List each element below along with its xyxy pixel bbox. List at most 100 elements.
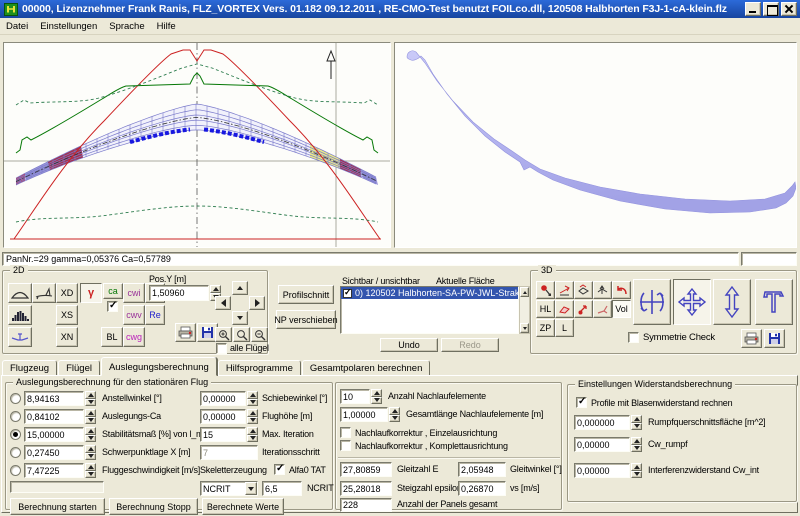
radio-schwerpunktlage[interactable] <box>10 447 21 458</box>
menu-hilfe[interactable]: Hilfe <box>151 19 182 34</box>
ncrit-value-input[interactable]: 6,5 <box>262 481 302 496</box>
gesamtlaenge-spinner[interactable] <box>389 407 400 422</box>
radio-auslegungs-ca[interactable] <box>10 411 21 422</box>
menu-sprache[interactable]: Sprache <box>103 19 150 34</box>
auslegungs-ca-input[interactable]: 0,84102 <box>24 409 84 424</box>
view-3d-panel[interactable] <box>394 42 797 248</box>
anzahl-nachlauf-input[interactable]: 10 <box>340 389 370 404</box>
ncrit-select-arrow[interactable] <box>245 482 257 495</box>
flughoehe-spinner[interactable] <box>247 409 258 424</box>
pan-right-button[interactable] <box>249 296 265 310</box>
planform-view-button[interactable] <box>8 283 32 303</box>
gamma-button[interactable]: γ <box>80 283 102 303</box>
tab-hilfsprogramme[interactable]: Hilfsprogramme <box>218 360 301 376</box>
hl-button[interactable]: HL <box>536 300 555 318</box>
cw-int-input[interactable]: 0,00000 <box>574 463 630 478</box>
cwi-button[interactable]: cwi <box>123 283 145 303</box>
alfa0-tat-checkbox[interactable] <box>274 464 285 475</box>
minimize-button[interactable] <box>745 2 761 16</box>
print-3d-button[interactable] <box>741 329 762 348</box>
symmetrie-check-checkbox[interactable] <box>628 332 639 343</box>
re-button[interactable]: Re <box>145 305 165 325</box>
panel-edges-button[interactable] <box>555 300 574 318</box>
alle-fluegel-checkbox[interactable] <box>216 343 227 354</box>
print-2d-button[interactable] <box>175 323 196 342</box>
cwg-button[interactable]: cwg <box>123 327 145 347</box>
close-button[interactable] <box>781 2 797 16</box>
surface-visible-checkbox[interactable] <box>343 289 352 298</box>
pan-down-button[interactable] <box>232 311 248 325</box>
side-view-button[interactable] <box>32 283 56 303</box>
rumpfquerschnitt-input[interactable]: 0,000000 <box>574 415 630 430</box>
menu-datei[interactable]: Datei <box>0 19 34 34</box>
pan-left-button[interactable] <box>215 296 231 310</box>
pan-up-button[interactable] <box>232 281 248 295</box>
np-verschieben-button[interactable]: NP verschieben <box>276 310 336 329</box>
surface-listbox[interactable]: 0) 120502 Halbhorten-SA-PW-JWL-Strak-W <box>340 286 519 334</box>
anstellwinkel-input[interactable]: 8,94163 <box>24 391 84 406</box>
zoom-reset-button[interactable] <box>233 327 250 342</box>
vol-button[interactable]: Vol <box>612 300 631 318</box>
blasenwiderstand-checkbox[interactable] <box>576 397 587 408</box>
max-iteration-spinner[interactable] <box>247 427 258 442</box>
rebuild-button[interactable] <box>755 279 793 325</box>
zoom-out-button[interactable] <box>251 327 268 342</box>
surface-list-scrollbar[interactable] <box>519 286 530 334</box>
lift-distribution-button[interactable] <box>8 305 32 325</box>
cw-int-spinner[interactable] <box>631 463 642 478</box>
berechnete-werte-button[interactable]: Berechnete Werte <box>202 498 284 515</box>
radio-stabilitaetsmass[interactable] <box>10 429 21 440</box>
anstellwinkel-spinner[interactable] <box>85 391 96 406</box>
radio-fluggeschwindigkeit[interactable] <box>10 465 21 476</box>
cwv-button[interactable]: cwv <box>123 305 145 325</box>
normals-button[interactable] <box>593 300 612 318</box>
bl-button[interactable]: BL <box>101 327 123 347</box>
flughoehe-input[interactable]: 0,00000 <box>200 409 246 424</box>
menu-einstellungen[interactable]: Einstellungen <box>34 19 103 34</box>
ca-checkbox[interactable] <box>107 301 118 312</box>
schiebewinkel-input[interactable]: 0,00000 <box>200 391 246 406</box>
maximize-button[interactable] <box>763 2 779 16</box>
tab-auslegungsberechnung[interactable]: Auslegungsberechnung <box>101 357 217 376</box>
fluggeschwindigkeit-input[interactable]: 7,47225 <box>24 463 84 478</box>
xn-button[interactable]: XN <box>56 327 78 347</box>
tab-gesamtpolaren[interactable]: Gesamtpolaren berechnen <box>302 360 431 376</box>
tab-flugzeug[interactable]: Flugzeug <box>2 360 57 376</box>
l-button[interactable]: L <box>555 319 574 337</box>
fluggeschwindigkeit-spinner[interactable] <box>85 463 96 478</box>
pos-y-input[interactable]: 1,50960 <box>149 285 209 301</box>
auslegungs-ca-spinner[interactable] <box>85 409 96 424</box>
radio-anstellwinkel[interactable] <box>10 393 21 404</box>
cw-rumpf-spinner[interactable] <box>631 437 642 452</box>
profilschnitt-button[interactable]: Profilschnitt <box>278 285 334 304</box>
xs-button[interactable]: XS <box>56 305 78 325</box>
berechnung-starten-button[interactable]: Berechnung starten <box>10 498 105 515</box>
rumpfquerschnitt-spinner[interactable] <box>631 415 642 430</box>
cw-rumpf-input[interactable]: 0,00000 <box>574 437 630 452</box>
redo-button[interactable]: Redo <box>441 338 499 352</box>
rotate-y-button[interactable] <box>574 281 593 299</box>
undo-button[interactable]: Undo <box>380 338 438 352</box>
schwerpunktlage-input[interactable]: 0,27450 <box>24 445 84 460</box>
zoom-3d-mode-button[interactable] <box>713 279 751 325</box>
stabilitaetsmass-spinner[interactable] <box>85 427 96 442</box>
zoom-in-button[interactable] <box>215 327 232 342</box>
pressure-vectors-button[interactable] <box>574 300 593 318</box>
anzahl-nachlauf-spinner[interactable] <box>371 389 382 404</box>
save-3d-button[interactable] <box>764 329 785 348</box>
plot-2d-panel[interactable] <box>3 42 391 248</box>
nachlaufkorrektur-einzel-checkbox[interactable] <box>340 427 351 438</box>
scroll-down-button[interactable] <box>520 323 529 333</box>
pan-3d-mode-button[interactable] <box>673 279 711 325</box>
pin-button[interactable] <box>536 281 555 299</box>
scroll-up-button[interactable] <box>520 287 529 297</box>
ca-button[interactable]: ca <box>103 283 123 299</box>
nachlaufkorrektur-komplett-checkbox[interactable] <box>340 440 351 451</box>
surface-list-item[interactable]: 0) 120502 Halbhorten-SA-PW-JWL-Strak-W <box>341 287 518 299</box>
schiebewinkel-spinner[interactable] <box>247 391 258 406</box>
stabilitaetsmass-input[interactable]: 15,00000 <box>24 427 84 442</box>
rotate-x-button[interactable] <box>555 281 574 299</box>
zp-button[interactable]: ZP <box>536 319 555 337</box>
front-view-button[interactable] <box>8 327 32 347</box>
rotate-3d-mode-button[interactable] <box>633 279 671 325</box>
